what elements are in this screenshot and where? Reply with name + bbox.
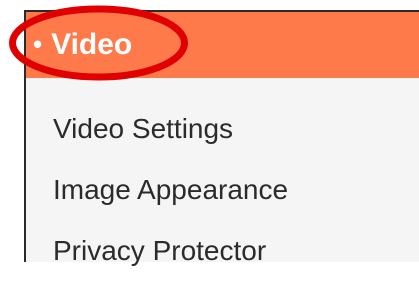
- bullet-icon: •: [33, 29, 43, 59]
- menu-item-label: Privacy Protector: [53, 235, 267, 266]
- video-menu-panel: • Video Video Settings Image Appearance …: [24, 10, 419, 266]
- menu-header-label: Video: [51, 28, 133, 61]
- menu-item-label: Video Settings: [53, 113, 234, 144]
- menu-item-image-appearance[interactable]: Image Appearance: [26, 159, 419, 221]
- screenshot-frame: • Video Video Settings Image Appearance …: [0, 0, 419, 266]
- menu-header-video[interactable]: • Video: [26, 12, 419, 78]
- menu-item-privacy-protector[interactable]: Privacy Protector: [26, 220, 419, 282]
- menu-item-label: Image Appearance: [53, 174, 289, 205]
- menu-item-video-settings[interactable]: Video Settings: [26, 98, 419, 160]
